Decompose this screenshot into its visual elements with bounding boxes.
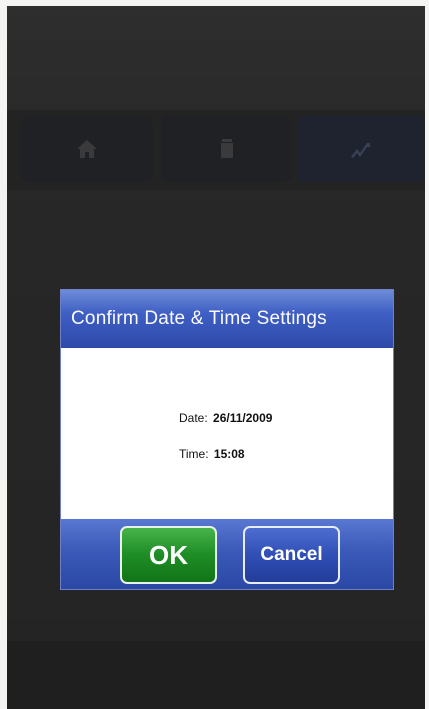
home-tab[interactable]	[20, 116, 153, 182]
signal-tab[interactable]	[297, 116, 424, 182]
ok-button[interactable]: OK	[120, 526, 217, 584]
dialog-title: Confirm Date & Time Settings	[61, 290, 393, 348]
signal-icon	[350, 143, 370, 158]
dialog-footer: OK Cancel	[61, 519, 393, 589]
confirm-datetime-dialog: Confirm Date & Time Settings Date: 26/11…	[60, 289, 394, 590]
top-navigation	[7, 110, 425, 190]
date-row: Date: 26/11/2009	[179, 411, 272, 425]
dialog-body: Date: 26/11/2009 Time: 15:08	[61, 348, 393, 519]
trash-tab[interactable]	[161, 116, 292, 182]
bottom-bar	[7, 641, 425, 709]
time-label: Time:	[179, 447, 209, 461]
date-label: Date:	[179, 411, 208, 425]
time-row: Time: 15:08	[179, 447, 245, 461]
trash-icon	[220, 139, 233, 158]
time-value: 15:08	[213, 447, 245, 461]
home-icon	[76, 140, 97, 158]
date-value: 26/11/2009	[213, 411, 273, 425]
cancel-button[interactable]: Cancel	[243, 526, 340, 584]
device-screen: Confirm Date & Time Settings Date: 26/11…	[7, 6, 425, 709]
